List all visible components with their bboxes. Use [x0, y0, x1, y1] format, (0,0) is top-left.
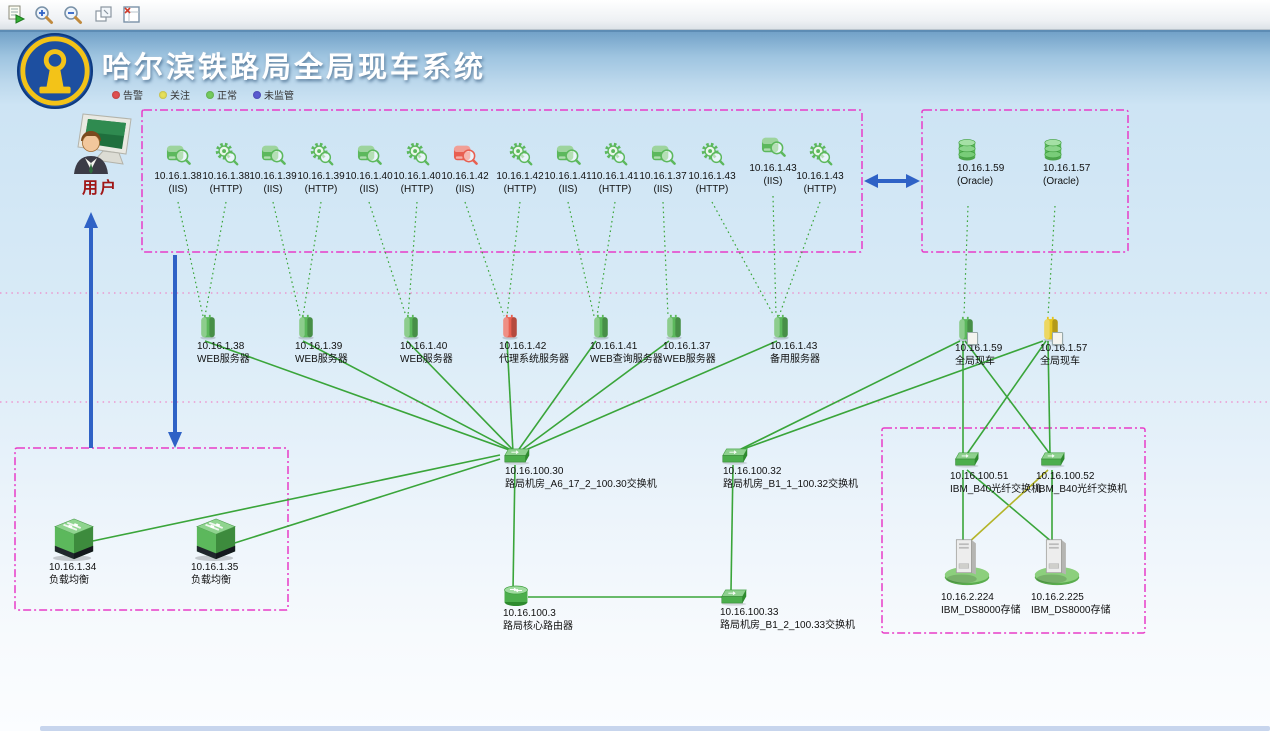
switch-icon [952, 450, 982, 468]
router-icon [501, 584, 531, 607]
exit-view-icon[interactable] [121, 4, 142, 25]
http-service-icon [700, 141, 725, 166]
fit-window-icon[interactable] [93, 4, 114, 25]
legend-label-unmonitored: 未监管 [264, 87, 294, 102]
server-node-43[interactable]: 10.16.1.43 备用服务器 [770, 314, 900, 366]
loadbalancer-node-34[interactable]: 10.16.1.34 负载均衡 [45, 517, 155, 587]
toolbar [0, 0, 1270, 30]
network-monitor-window: 哈尔滨铁路局全局现车系统 告警 关注 正常 未监管 [0, 0, 1270, 731]
legend-label-alarm: 告警 [123, 87, 143, 102]
storage-icon [943, 536, 991, 588]
service-proto: (Oracle) [1043, 175, 1173, 188]
storage-ip: 10.16.2.225 [1031, 591, 1151, 604]
router-ip: 10.16.100.3 [503, 607, 681, 620]
switch-ip: 10.16.100.32 [723, 465, 929, 478]
legend-dot-unmonitored [253, 91, 261, 99]
server-name: 备用服务器 [770, 353, 900, 366]
switch-icon [718, 587, 750, 606]
switch-icon [1038, 450, 1068, 468]
server-ip: 10.16.1.43 [770, 340, 900, 353]
zoom-out-icon[interactable] [62, 4, 83, 25]
switch-name: 路局机房_A6_17_2_100.30交换机 [505, 478, 711, 491]
horizontal-scrollbar[interactable] [40, 726, 1270, 731]
legend-dot-alarm [112, 91, 120, 99]
server-icon-alarm [501, 314, 519, 340]
server-badge [1052, 332, 1063, 345]
lb-name: 负载均衡 [191, 574, 293, 587]
legend-label-watch: 关注 [170, 87, 190, 102]
user-workstation-icon [63, 112, 137, 176]
service-proto: (HTTP) [773, 183, 867, 196]
switch-ip: 10.16.100.30 [505, 465, 711, 478]
server-name: 全局现车 [1040, 355, 1170, 368]
switch-name: 路局机房_B1_2_100.33交换机 [720, 619, 928, 632]
service-ip: 10.16.1.43 [773, 170, 867, 183]
loadbalancer-icon [193, 517, 239, 561]
legend-dot-normal [206, 91, 214, 99]
loadbalancer-icon [51, 517, 97, 561]
switch-ip: 10.16.100.33 [720, 606, 928, 619]
server-node-57-warn[interactable]: 10.16.1.57 全局现车 [1040, 316, 1170, 368]
railway-logo [16, 32, 94, 110]
topology-canvas[interactable] [0, 105, 1270, 731]
loadbalancer-node-35[interactable]: 10.16.1.35 负载均衡 [183, 517, 293, 587]
server-badge [967, 332, 978, 345]
lb-name: 负载均衡 [49, 574, 155, 587]
server-icon [199, 314, 217, 340]
server-icon [592, 314, 610, 340]
status-legend: 告警 关注 正常 未监管 [112, 87, 294, 102]
run-script-icon[interactable] [5, 4, 26, 25]
switch-node-100-32[interactable]: 10.16.100.32 路局机房_B1_1_100.32交换机 [719, 446, 929, 491]
database-icon [957, 137, 977, 162]
fiber-switch-name: IBM_B40光纤交换机 [1036, 483, 1166, 496]
server-icon [772, 314, 790, 340]
router-node-100-3[interactable]: 10.16.100.3 路局核心路由器 [501, 584, 681, 633]
service-ip: 10.16.1.57 [1043, 162, 1173, 175]
fiber-switch-node-52[interactable]: 10.16.100.52 IBM_B40光纤交换机 [1036, 450, 1166, 496]
fiber-switch-ip: 10.16.100.52 [1036, 470, 1166, 483]
storage-name: IBM_DS8000存储 [1031, 604, 1151, 617]
router-name: 路局核心路由器 [503, 620, 681, 633]
lb-ip: 10.16.1.35 [191, 561, 293, 574]
storage-icon [1033, 536, 1081, 588]
legend-label-normal: 正常 [217, 87, 237, 102]
http-service-icon [808, 141, 833, 166]
legend-dot-watch [159, 91, 167, 99]
switch-node-100-33[interactable]: 10.16.100.33 路局机房_B1_2_100.33交换机 [718, 584, 928, 632]
server-icon [297, 314, 315, 340]
switch-icon [719, 446, 751, 465]
service-node-43-http-2[interactable]: 10.16.1.43 (HTTP) [773, 141, 867, 196]
lb-ip: 10.16.1.34 [49, 561, 155, 574]
server-icon [665, 314, 683, 340]
database-icon [1043, 137, 1063, 162]
switch-name: 路局机房_B1_1_100.32交换机 [723, 478, 929, 491]
page-title: 哈尔滨铁路局全局现车系统 [102, 44, 486, 86]
server-icon [402, 314, 420, 340]
switch-node-100-30[interactable]: 10.16.100.30 路局机房_A6_17_2_100.30交换机 [501, 446, 711, 491]
oracle-service-node-57[interactable]: 10.16.1.57 (Oracle) [1043, 137, 1173, 188]
storage-node-225[interactable]: 10.16.2.225 IBM_DS8000存储 [1031, 536, 1151, 617]
zoom-in-icon[interactable] [33, 4, 54, 25]
switch-icon [501, 446, 533, 465]
